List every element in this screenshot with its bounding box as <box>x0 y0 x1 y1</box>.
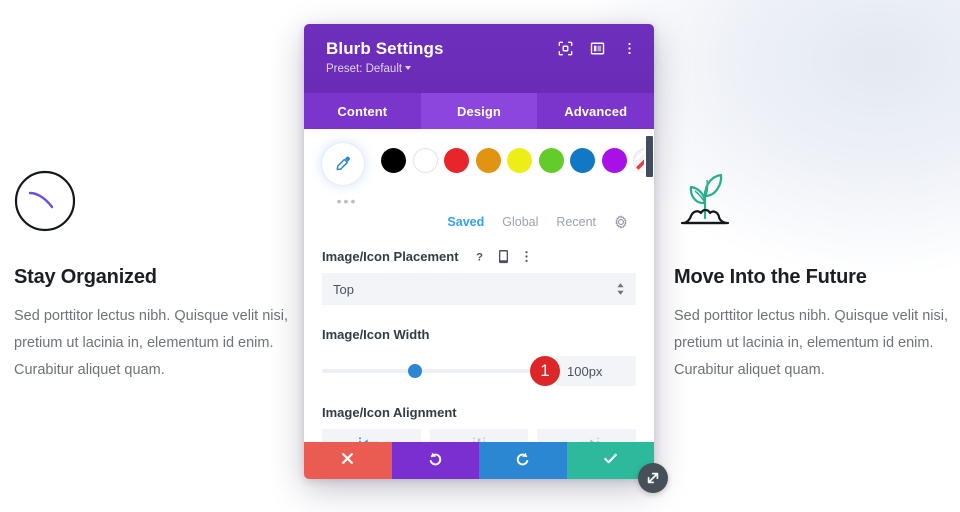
align-right-icon[interactable] <box>537 429 637 442</box>
swatch-blue[interactable] <box>570 148 595 173</box>
chevron-updown-icon <box>616 282 625 296</box>
color-palette: ••• <box>304 129 654 208</box>
modal-header-actions <box>557 40 638 57</box>
settings-scroll-area: ••• Saved Global Recent Image/Icon Place… <box>304 129 654 442</box>
blurb-settings-modal: Blurb Settings Preset: Default Content D… <box>304 24 668 493</box>
blurb-title: Stay Organized <box>14 266 157 288</box>
color-swatches <box>381 143 654 173</box>
placement-select[interactable]: Top <box>322 273 636 305</box>
slider-knob[interactable] <box>408 364 423 378</box>
chevron-down-icon <box>405 66 412 71</box>
field-image-icon-alignment: Image/Icon Alignment <box>304 405 654 442</box>
eyedropper-group: ••• <box>322 143 372 208</box>
align-left-icon[interactable] <box>322 429 421 442</box>
more-vertical-icon[interactable] <box>520 249 533 264</box>
field-label-row: Image/Icon Alignment <box>322 405 636 420</box>
blurb-move-into-the-future: Move Into the Future Sed porttitor lectu… <box>674 170 960 384</box>
modal-header: Blurb Settings Preset: Default <box>304 24 654 93</box>
preset-label: Preset: Default <box>326 63 403 76</box>
modal-footer <box>304 442 654 479</box>
blurb-stay-organized: Stay Organized Sed porttitor lectus nibh… <box>14 170 304 384</box>
mobile-device-icon[interactable] <box>497 249 510 264</box>
cancel-button[interactable] <box>304 442 392 479</box>
gear-icon[interactable] <box>614 215 628 229</box>
svg-text:?: ? <box>476 251 483 263</box>
field-label-icons: ? <box>472 249 533 264</box>
swatch-white[interactable] <box>412 148 438 173</box>
tab-design[interactable]: Design <box>420 93 538 129</box>
tab-advanced[interactable]: Advanced <box>537 93 654 129</box>
field-label: Image/Icon Width <box>322 327 430 342</box>
help-question-icon[interactable]: ? <box>472 249 487 264</box>
clock-icon <box>14 170 304 242</box>
field-label: Image/Icon Alignment <box>322 405 457 420</box>
color-palette-tabs: Saved Global Recent <box>304 206 654 229</box>
field-label: Image/Icon Placement <box>322 249 459 264</box>
undo-arrow-icon <box>427 450 444 472</box>
field-image-icon-placement: Image/Icon Placement ? Top <box>304 249 654 305</box>
swatch-purple[interactable] <box>601 148 627 173</box>
eyedropper-icon[interactable] <box>322 143 364 185</box>
palette-tab-global[interactable]: Global <box>502 215 538 229</box>
blurb-title: Move Into the Future <box>674 266 867 288</box>
swatch-green[interactable] <box>538 148 564 173</box>
close-x-icon <box>340 451 355 471</box>
redo-button[interactable] <box>479 442 567 479</box>
modal-tabs: Content Design Advanced <box>304 93 654 129</box>
preset-selector[interactable]: Preset: Default <box>326 63 636 75</box>
more-vertical-icon[interactable] <box>621 40 638 57</box>
focus-view-icon[interactable] <box>557 40 574 57</box>
width-slider-row: 1 100px <box>322 356 636 386</box>
field-image-icon-width: Image/Icon Width 1 100px <box>304 327 654 386</box>
resize-diagonal-icon[interactable] <box>638 463 668 493</box>
placement-value: Top <box>333 281 354 297</box>
step-badge-1: 1 <box>530 356 560 386</box>
swatch-yellow[interactable] <box>507 148 532 173</box>
swatch-black[interactable] <box>381 148 406 173</box>
align-center-icon[interactable] <box>429 429 529 442</box>
blurb-text: Sed porttitor lectus nibh. Quisque velit… <box>674 308 949 378</box>
redo-arrow-icon <box>514 450 531 472</box>
palette-tab-recent[interactable]: Recent <box>556 215 596 229</box>
field-label-row: Image/Icon Width <box>322 327 636 342</box>
modal-body: ••• Saved Global Recent Image/Icon Place… <box>304 129 654 442</box>
seedling-plant-icon <box>674 170 960 242</box>
palette-tab-saved[interactable]: Saved <box>447 215 484 229</box>
swatch-orange[interactable] <box>475 148 501 173</box>
alignment-buttons <box>322 429 637 442</box>
modal-scrollbar[interactable] <box>644 129 654 442</box>
checkmark-icon <box>602 450 619 472</box>
scrollbar-thumb[interactable] <box>646 136 653 177</box>
palette-more-button[interactable]: ••• <box>322 194 372 208</box>
swatch-red[interactable] <box>444 148 469 173</box>
tab-content[interactable]: Content <box>304 93 421 129</box>
width-slider[interactable]: 1 <box>322 356 560 386</box>
blurb-text: Sed porttitor lectus nibh. Quisque velit… <box>14 308 289 378</box>
field-label-row: Image/Icon Placement ? <box>322 249 636 264</box>
undo-button[interactable] <box>391 442 479 479</box>
width-value-input[interactable]: 100px <box>556 356 636 386</box>
layout-panel-icon[interactable] <box>589 40 606 57</box>
